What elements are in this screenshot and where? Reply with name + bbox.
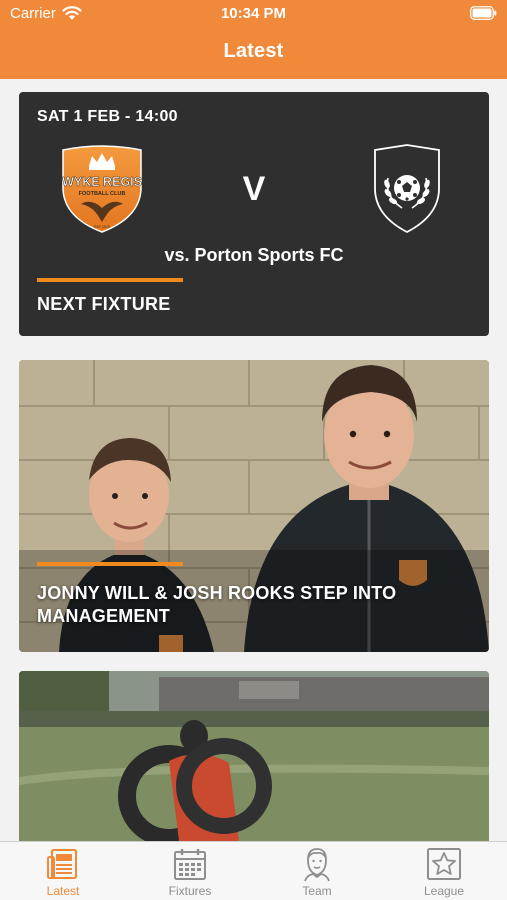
battery-icon [470,6,497,20]
newspaper-icon [47,849,77,879]
news-card[interactable] [19,671,489,841]
accent-divider [37,562,183,566]
away-team-crest [374,144,440,234]
fixture-date: SAT 1 FEB - 14:00 [37,108,178,125]
tab-fixtures[interactable]: Fixtures [127,842,253,900]
tab-label: Latest [46,884,80,898]
opponent-name: vs. Porton Sports FC [164,245,344,265]
tab-team[interactable]: Team [254,842,380,900]
accent-divider [37,278,183,282]
player-icon [304,848,330,882]
news-photo [19,671,489,841]
status-bar: Carrier 10:34 PM [0,0,507,28]
next-fixture-label: NEXT FIXTURE [37,294,171,314]
next-fixture-card[interactable]: SAT 1 FEB - 14:00 WYKE REGIS FOOTBALL CL… [19,92,489,336]
news-feed[interactable]: SAT 1 FEB - 14:00 WYKE REGIS FOOTBALL CL… [0,79,507,841]
app-header: Carrier 10:34 PM Latest [0,0,507,79]
tab-label: League [423,884,465,898]
star-badge-icon [427,848,461,880]
page-title: Latest [223,40,284,62]
status-time: 10:34 PM [220,5,287,22]
calendar-icon [174,849,206,880]
tab-label: Team [302,884,332,898]
home-crest-est: EST 1975 [94,225,110,229]
tab-league[interactable]: League [381,842,507,900]
news-card[interactable]: JONNY WILL & JOSH ROOKS STEP INTO MANAGE… [19,360,489,652]
tab-bar: Latest Fixtures Team League [0,841,507,900]
tab-latest[interactable]: Latest [0,842,126,900]
tab-label: Fixtures [168,884,212,898]
news-title: JONNY WILL & JOSH ROOKS STEP INTO MANAGE… [37,583,397,626]
